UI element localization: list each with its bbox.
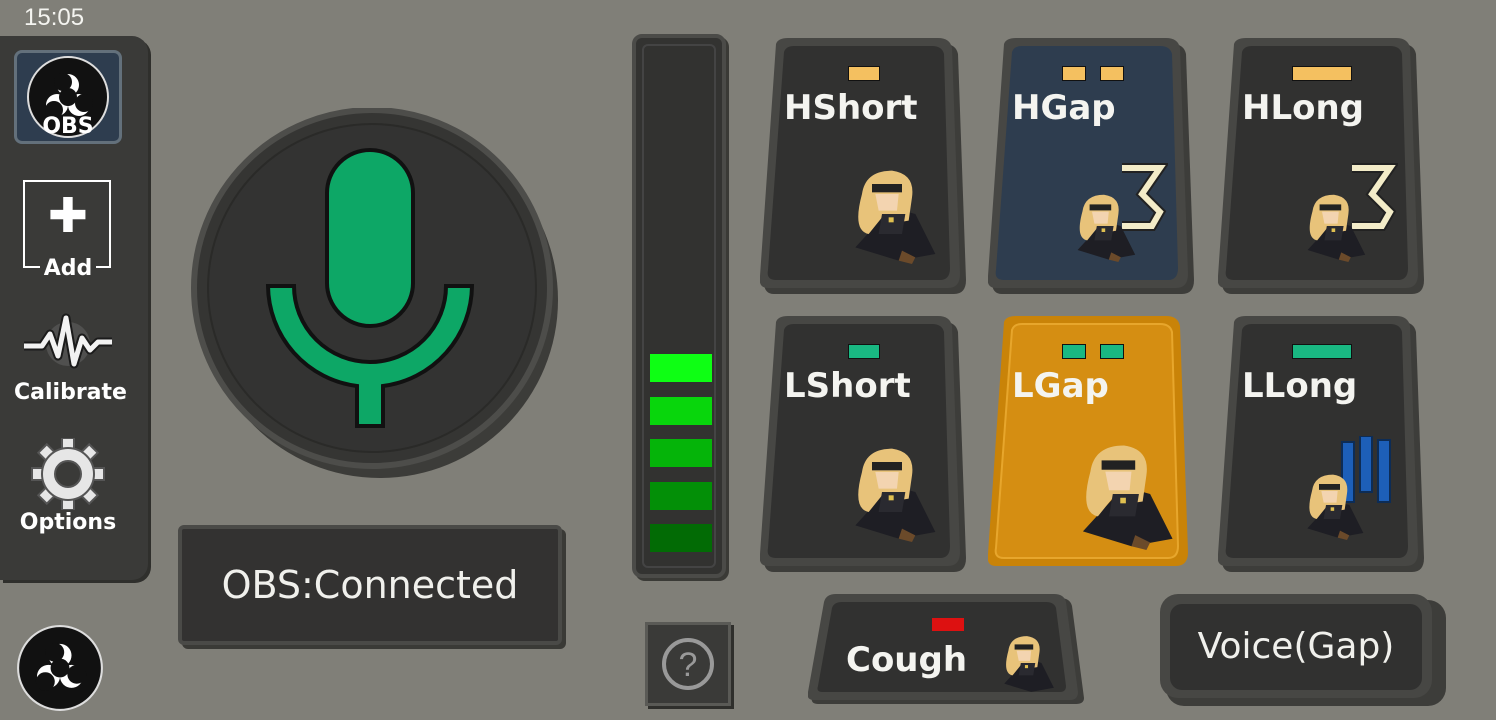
key-indicator	[1062, 66, 1086, 81]
key-lshort[interactable]: LShort	[760, 316, 970, 576]
sidebar-item-add[interactable]: ✚ Add	[14, 180, 122, 281]
character-sprite-icon	[1004, 636, 1054, 692]
cough-indicator	[932, 618, 964, 631]
key-hshort[interactable]: HShort	[760, 38, 970, 298]
key-indicator	[848, 344, 880, 359]
character-sprite-icon	[1077, 194, 1136, 262]
sidebar-item-obs-label: OBS	[42, 114, 94, 139]
character-sprite-icon	[855, 448, 936, 542]
key-label: LLong	[1242, 366, 1358, 406]
key-label: LShort	[784, 366, 911, 406]
obs-logo-icon	[17, 625, 103, 711]
key-indicator	[1100, 66, 1124, 81]
question-icon: ?	[662, 638, 714, 690]
sidebar-item-obs[interactable]: OBS	[14, 50, 122, 144]
cough-key[interactable]: Cough	[808, 592, 1084, 708]
key-indicator	[1100, 344, 1124, 359]
svg-text:?: ?	[679, 646, 698, 684]
voice-gap-label: Voice(Gap)	[1197, 626, 1395, 667]
key-label: HShort	[784, 88, 918, 128]
meter-segment	[650, 482, 712, 510]
key-lgap[interactable]: LGap	[988, 316, 1198, 576]
audio-level-meter	[632, 34, 726, 578]
key-hlong[interactable]: HLong	[1218, 38, 1428, 298]
sidebar-item-add-label: Add	[39, 256, 97, 281]
key-label: HLong	[1242, 88, 1365, 128]
key-label: LGap	[1012, 366, 1109, 406]
cough-label: Cough	[846, 640, 968, 680]
status-bar-time: 15:05	[24, 4, 85, 31]
sidebar-item-calibrate[interactable]: Calibrate	[14, 308, 127, 408]
obs-status-button[interactable]: OBS:Connected	[178, 525, 562, 645]
sidebar-item-options[interactable]: Options	[14, 438, 122, 538]
sidebar-item-options-label: Options	[19, 510, 117, 535]
key-indicator	[1062, 344, 1086, 359]
key-indicator	[1292, 344, 1352, 359]
sidebar-item-calibrate-label: Calibrate	[14, 380, 127, 405]
gear-icon	[31, 438, 105, 510]
meter-segment	[650, 354, 712, 382]
help-button[interactable]: ?	[645, 622, 731, 706]
voice-gap-button[interactable]: Voice(Gap)	[1158, 592, 1448, 708]
character-sprite-icon	[1307, 194, 1366, 262]
meter-segment	[650, 439, 712, 467]
microphone-button[interactable]	[190, 108, 560, 478]
meter-segment	[650, 524, 712, 552]
meter-segment	[650, 397, 712, 425]
key-hgap[interactable]: HGap	[988, 38, 1198, 298]
waveform-icon	[24, 313, 112, 369]
character-sprite-icon	[855, 170, 936, 264]
key-label: HGap	[1012, 88, 1116, 128]
key-llong[interactable]: LLong	[1218, 316, 1428, 576]
character-sprite-icon	[1082, 445, 1173, 550]
plus-icon: ✚	[47, 188, 89, 244]
obs-status-text: OBS:Connected	[221, 563, 519, 607]
key-indicator	[1292, 66, 1352, 81]
sidebar: OBS ✚ Add Calibrate Options	[0, 36, 148, 580]
key-indicator	[848, 66, 880, 81]
character-sprite-icon	[1307, 474, 1364, 540]
